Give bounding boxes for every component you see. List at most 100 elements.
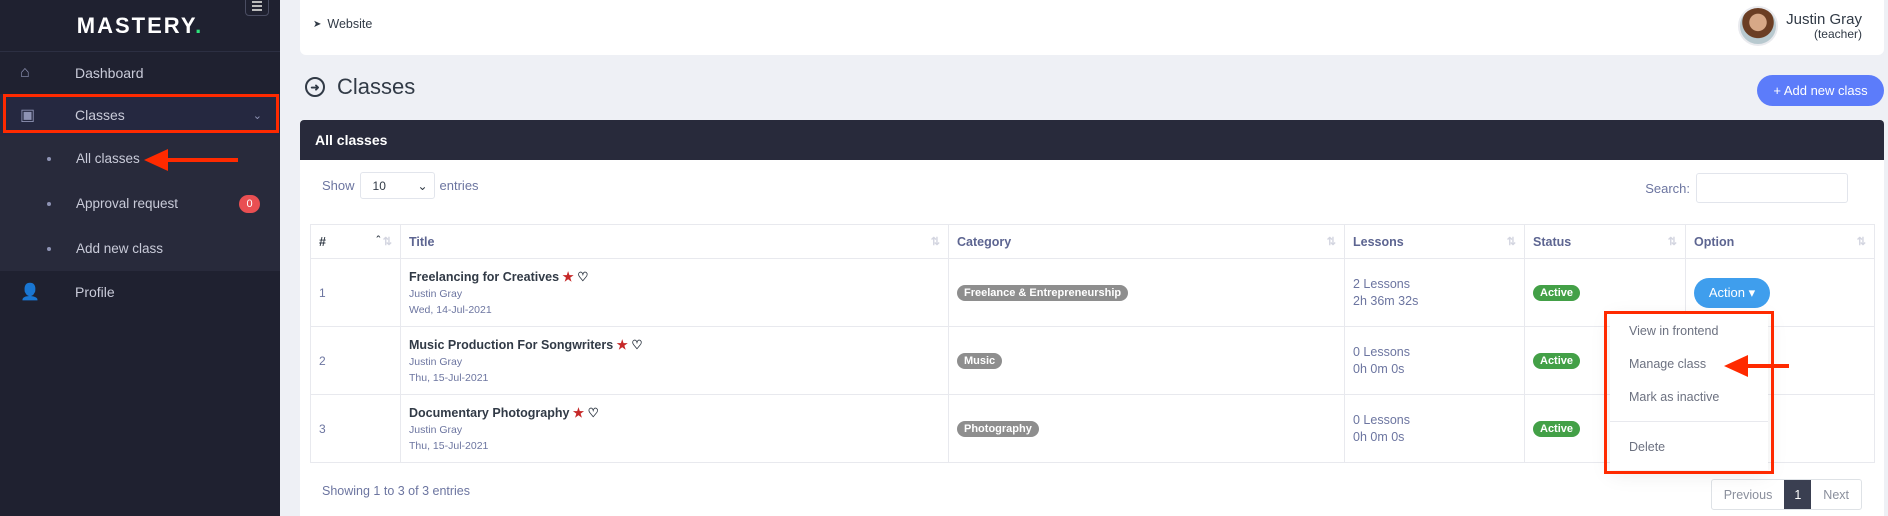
sidebar-subitem-all-classes[interactable]: All classes [0,136,280,181]
class-author: Justin Gray [409,356,463,368]
search-label: Search: [1645,180,1690,196]
status-badge: Active [1533,352,1581,369]
top-header: ➤ Website Justin Gray (teacher) [300,0,1884,55]
sort-icon: ⇅ [1326,235,1336,248]
lesson-duration: 0h 0m 0s [1353,361,1405,376]
lesson-count: 2 Lessons [1353,276,1410,291]
class-title-cell: Music Production For Songwriters ★ ♡ Jus… [400,326,949,395]
hand-holding-heart-icon: ♡ [577,270,589,284]
sort-icon: ⇅ [1667,235,1677,248]
column-header-lessons[interactable]: Lessons ⇅ [1344,224,1525,259]
class-date: Wed, 14-Jul-2021 [409,304,492,316]
star-icon: ★ [572,406,585,420]
sidebar-subitem-approval-request[interactable]: Approval request 0 [0,181,280,226]
row-number: 2 [310,326,401,395]
pagination-next[interactable]: Next [1811,480,1861,509]
class-title-cell: Documentary Photography ★ ♡ Justin Gray … [400,394,949,463]
class-author: Justin Gray [409,424,463,436]
home-icon: ⌂ [20,64,30,81]
sort-icon: ⇅ [382,235,392,248]
bullet-icon [47,201,51,206]
page-size-select[interactable]: 10 ⌄ [359,172,435,199]
lesson-duration: 2h 36m 32s [1353,293,1419,308]
website-link[interactable]: ➤ Website [313,17,372,31]
sidebar-subitem-add-new-class[interactable]: Add new class [0,226,280,271]
avatar [1738,6,1779,46]
paper-plane-icon: ➤ [313,18,322,30]
card-title: All classes [300,120,1884,160]
search-input[interactable] [1696,173,1848,203]
pagination: Previous 1 Next [1710,479,1862,510]
column-header-number[interactable]: # ˆ ⇅ [310,224,401,259]
column-header-title[interactable]: Title ⇅ [400,224,949,259]
annotation-arrow-all-classes [144,149,238,171]
lesson-count: 0 Lessons [1353,412,1410,427]
category-badge: Freelance & Entrepreneurship [957,284,1129,301]
sidebar-subitem-label: Approval request [76,196,179,211]
user-menu[interactable]: Justin Gray (teacher) [1738,6,1862,46]
category-badge: Music [957,352,1003,369]
class-title[interactable]: Documentary Photography [409,406,569,420]
show-label: Show [322,178,355,193]
entries-label: entries [439,178,479,193]
page-size-control: Show 10 ⌄ entries [322,172,479,199]
hamburger-icon [252,5,262,7]
sort-icon: ⇅ [930,235,940,248]
class-date: Thu, 15-Jul-2021 [409,372,489,384]
star-icon: ★ [562,270,574,284]
page-size-value: 10 [372,178,386,193]
page-title: ➜ Classes [305,74,415,100]
lesson-count: 0 Lessons [1353,344,1410,359]
sort-icon: ⇅ [1506,235,1516,248]
column-header-status[interactable]: Status ⇅ [1524,224,1686,259]
lessons-cell: 2 Lessons 2h 36m 32s [1344,258,1525,327]
sidebar: MASTERY. ⌂ Dashboard ▣ Classes ⌄ All cla… [0,0,280,516]
brand-logo[interactable]: MASTERY. [0,0,280,52]
add-new-class-button[interactable]: + Add new class [1757,75,1884,106]
status-badge: Active [1533,284,1581,301]
row-number: 1 [310,258,401,327]
lessons-cell: 0 Lessons 0h 0m 0s [1344,326,1525,395]
annotation-highlight-dropdown [1604,311,1774,474]
pagination-previous[interactable]: Previous [1712,480,1785,509]
sidebar-item-label: Profile [75,284,115,300]
category-cell: Music [948,326,1345,395]
lesson-duration: 0h 0m 0s [1353,429,1405,444]
search-control: Search: [1645,173,1848,203]
pagination-page-1[interactable]: 1 [1784,480,1812,509]
lessons-cell: 0 Lessons 0h 0m 0s [1344,394,1525,463]
sort-asc-icon: ˆ [376,234,380,247]
annotation-arrow-manage-class [1724,355,1789,377]
status-badge: Active [1533,420,1581,437]
caret-down-icon: ▾ [1748,284,1756,300]
annotation-highlight-classes [3,94,279,133]
class-title[interactable]: Freelancing for Creatives [409,270,559,284]
user-name: Justin Gray [1786,11,1862,28]
sidebar-item-dashboard[interactable]: ⌂ Dashboard [0,52,280,94]
user-role: (teacher) [1813,27,1862,41]
class-title[interactable]: Music Production For Songwriters [409,338,613,352]
column-header-option[interactable]: Option ⇅ [1685,224,1875,259]
arrow-circle-right-icon: ➜ [305,77,325,97]
page-title-text: Classes [337,74,416,99]
user-icon: 👤 [20,284,40,301]
row-number: 3 [310,394,401,463]
table-info: Showing 1 to 3 of 3 entries [322,484,471,498]
table-header-row: # ˆ ⇅ Title ⇅ Category ⇅ Lessons ⇅ Status ⇅ Op… [310,224,1875,259]
column-header-category[interactable]: Category ⇅ [948,224,1345,259]
bullet-icon [47,246,51,251]
sort-icon: ⇅ [1856,235,1866,248]
sidebar-subitem-label: Add new class [76,241,164,256]
sidebar-item-profile[interactable]: 👤 Profile [0,271,280,313]
star-icon: ★ [616,338,628,352]
chevron-down-icon: ⌄ [417,178,428,193]
approval-count-badge: 0 [239,194,260,213]
bullet-icon [47,156,51,161]
action-dropdown-button[interactable]: Action ▾ [1694,277,1770,308]
hand-holding-heart-icon: ♡ [631,338,643,352]
website-link-label: Website [327,17,373,31]
class-date: Thu, 15-Jul-2021 [409,440,489,452]
classes-submenu: All classes Approval request 0 Add new c… [0,136,280,271]
sidebar-toggle-button[interactable] [245,0,269,16]
brand-name: MASTERY. [76,12,204,38]
